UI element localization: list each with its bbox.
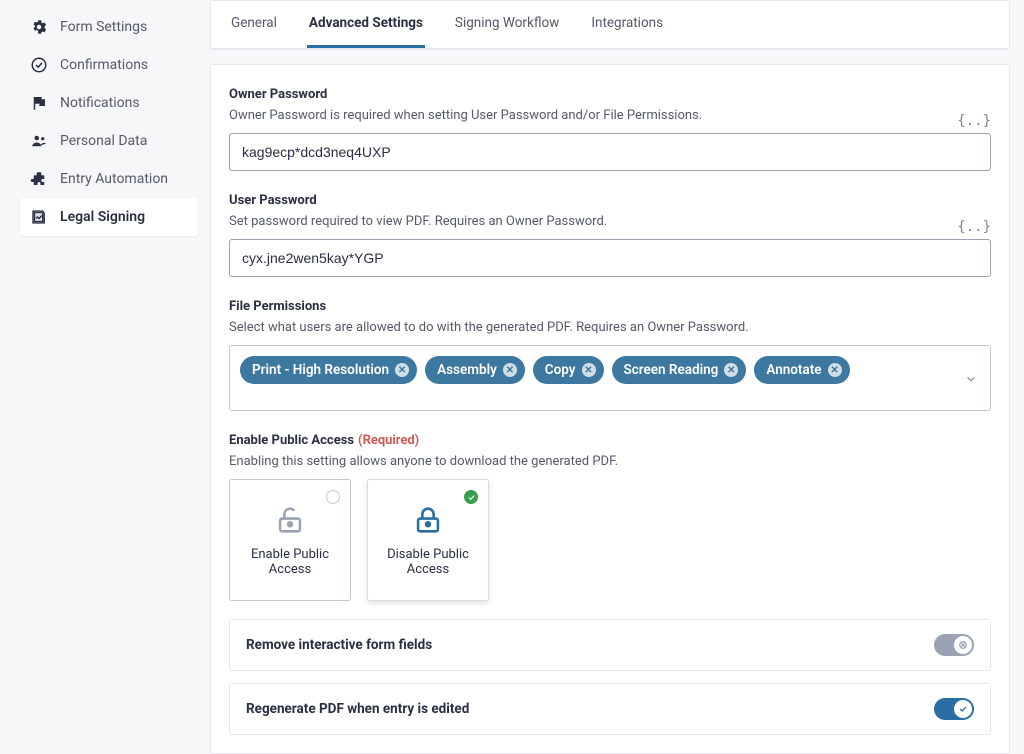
owner-password-input[interactable] (229, 133, 991, 171)
remove-fields-toggle[interactable] (934, 634, 974, 656)
users-icon (30, 132, 48, 150)
file-permissions-desc: Select what users are allowed to do with… (229, 320, 991, 335)
file-permissions-label: File Permissions (229, 299, 326, 314)
sidebar-item-label: Personal Data (60, 133, 147, 149)
tab-signing-workflow[interactable]: Signing Workflow (453, 1, 561, 48)
sidebar-item-notifications[interactable]: Notifications (20, 84, 198, 122)
sidebar-item-label: Legal Signing (60, 209, 145, 225)
public-access-options: Enable Public Access Disable Public Acce… (229, 479, 991, 601)
chevron-down-icon[interactable] (964, 371, 978, 385)
tabs-container: General Advanced Settings Signing Workfl… (210, 0, 1010, 50)
sidebar-item-confirmations[interactable]: Confirmations (20, 46, 198, 84)
regenerate-toggle[interactable] (934, 698, 974, 720)
user-password-field: User Password Set password required to v… (229, 189, 991, 277)
sidebar-item-entry-automation[interactable]: Entry Automation (20, 160, 198, 198)
signature-icon (30, 208, 48, 226)
remove-pill-icon[interactable]: ✕ (724, 363, 738, 377)
permission-pill: Assembly✕ (425, 356, 525, 384)
tab-general[interactable]: General (229, 1, 279, 48)
remove-pill-icon[interactable]: ✕ (503, 363, 517, 377)
merge-tag-icon[interactable]: {..} (957, 113, 991, 129)
sidebar-item-label: Form Settings (60, 19, 147, 35)
sidebar-item-form-settings[interactable]: Form Settings (20, 8, 198, 46)
owner-password-desc: Owner Password is required when setting … (229, 108, 702, 123)
radio-selected-icon (464, 490, 478, 504)
sidebar-item-personal-data[interactable]: Personal Data (20, 122, 198, 160)
remove-fields-row: Remove interactive form fields (229, 619, 991, 671)
regenerate-label: Regenerate PDF when entry is edited (246, 701, 469, 717)
required-badge: (Required) (358, 433, 419, 448)
lock-icon (411, 503, 445, 537)
main: General Advanced Settings Signing Workfl… (210, 0, 1024, 754)
tab-integrations[interactable]: Integrations (589, 1, 665, 48)
check-circle-icon (30, 56, 48, 74)
owner-password-field: Owner Password Owner Password is require… (229, 83, 991, 171)
radio-unselected-icon (326, 490, 340, 504)
public-access-field: Enable Public Access (Required) Enabling… (229, 429, 991, 601)
permission-pill: Annotate✕ (754, 356, 849, 384)
sidebar-item-label: Entry Automation (60, 171, 168, 187)
remove-pill-icon[interactable]: ✕ (828, 363, 842, 377)
remove-fields-label: Remove interactive form fields (246, 637, 432, 653)
remove-pill-icon[interactable]: ✕ (582, 363, 596, 377)
owner-password-label: Owner Password (229, 87, 327, 102)
toggle-knob (954, 636, 972, 654)
sidebar-item-legal-signing[interactable]: Legal Signing (20, 198, 198, 236)
tab-advanced-settings[interactable]: Advanced Settings (307, 1, 425, 48)
disable-public-access-option[interactable]: Disable Public Access (367, 479, 489, 601)
file-permissions-select[interactable]: Print - High Resolution✕ Assembly✕ Copy✕… (229, 345, 991, 411)
gear-icon (30, 18, 48, 36)
permission-pill: Copy✕ (533, 356, 604, 384)
option-label: Enable Public Access (230, 547, 350, 577)
sidebar-item-label: Notifications (60, 95, 140, 111)
tabs: General Advanced Settings Signing Workfl… (211, 1, 1009, 49)
enable-public-access-option[interactable]: Enable Public Access (229, 479, 351, 601)
user-password-input[interactable] (229, 239, 991, 277)
sidebar: Form Settings Confirmations Notification… (0, 0, 210, 754)
puzzle-icon (30, 170, 48, 188)
user-password-desc: Set password required to view PDF. Requi… (229, 214, 607, 229)
file-permissions-field: File Permissions Select what users are a… (229, 295, 991, 411)
merge-tag-icon[interactable]: {..} (957, 219, 991, 235)
unlock-icon (273, 503, 307, 537)
content: Owner Password Owner Password is require… (210, 64, 1010, 754)
public-access-desc: Enabling this setting allows anyone to d… (229, 454, 991, 469)
sidebar-item-label: Confirmations (60, 57, 148, 73)
toggle-knob (954, 700, 972, 718)
flag-icon (30, 94, 48, 112)
remove-pill-icon[interactable]: ✕ (395, 363, 409, 377)
permission-pill: Print - High Resolution✕ (240, 356, 417, 384)
user-password-label: User Password (229, 193, 317, 208)
public-access-label: Enable Public Access (229, 433, 354, 448)
regenerate-row: Regenerate PDF when entry is edited (229, 683, 991, 735)
permission-pill: Screen Reading✕ (612, 356, 747, 384)
option-label: Disable Public Access (368, 547, 488, 577)
